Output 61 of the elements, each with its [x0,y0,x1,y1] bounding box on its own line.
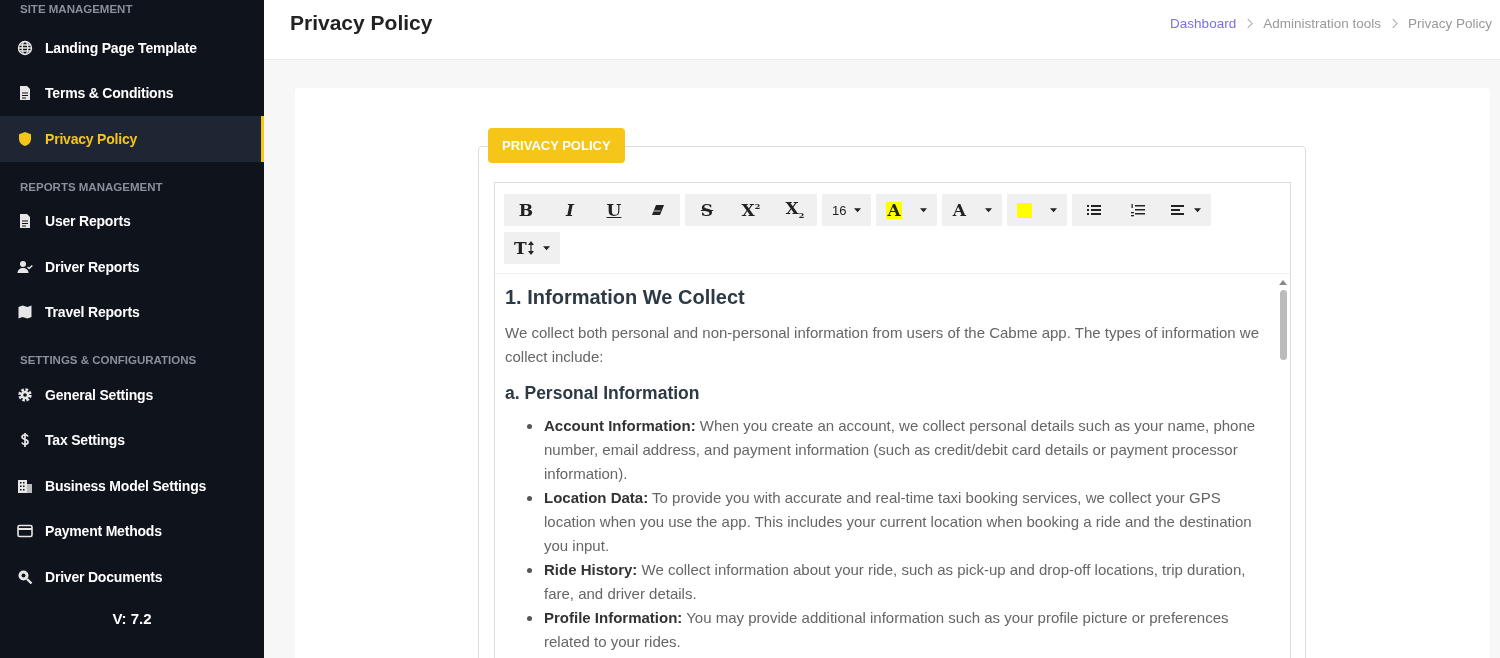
sidebar-item[interactable]: Business Model Settings [0,463,264,509]
search-icon [17,568,33,585]
sidebar-item[interactable]: General Settings [0,372,264,418]
line-height-button[interactable]: T [504,232,560,264]
scrollbar-thumb[interactable] [1279,290,1287,360]
list-item-text: Ride History: We collect information about your ride, such as pick-up and drop-off locations, trip duration, fare, and driver details. [544,560,1247,604]
bullet-list-icon [1085,202,1102,218]
settings-icon [17,386,33,403]
font-size-button[interactable]: 16 [822,194,872,226]
subsection-heading: a. Personal Information [505,383,701,404]
caret-icon [919,207,927,213]
vertical-arrows-icon [526,240,535,256]
caret-icon [1049,207,1057,213]
sidebar-item[interactable]: Travel Reports [0,289,264,335]
scroll-up-icon[interactable] [1279,280,1287,285]
shield-icon [17,130,33,147]
list-item-text: Location Data: To provide you with accurate and real-time taxi booking services, we collect your GPS location when you use the app. This includes your current location when booking a ride and the destination you input. [544,488,1253,556]
caret-icon [984,207,992,213]
breadcrumb-item: Privacy Policy [1407,16,1492,31]
highlight-color-button[interactable]: A [876,194,937,226]
sidebar-item[interactable]: Terms & Conditions [0,70,264,116]
globe-icon [17,39,33,56]
bullet-icon [527,616,532,621]
version-label: V: 7.2 [111,609,153,627]
section-badge: PRIVACY POLICY [488,128,625,163]
list-item-text: Profile Information: You may provide additional information such as your profile picture or preferences related to your rides. [544,608,1230,652]
sidebar-item[interactable]: Landing Page Template [0,25,264,71]
caret-icon [1193,207,1201,213]
font-color-button[interactable]: A [941,194,1002,226]
building-icon [17,477,33,494]
bullet-icon [527,424,532,429]
breadcrumb-link[interactable]: Dashboard [1170,16,1237,31]
sidebar-item[interactable]: User Reports [0,198,264,244]
card-icon [17,523,33,540]
numbered-list-icon [1129,202,1146,218]
sidebar-item[interactable]: Privacy Policy [0,116,264,162]
section-heading: REPORTS MANAGEMENT [19,179,164,195]
breadcrumb-item: Administration tools [1263,16,1381,31]
document-icon [17,213,33,230]
section-heading: 1. Information We Collect [505,286,746,309]
document-icon [17,85,33,102]
align-left-icon [1169,202,1186,218]
sidebar-item[interactable]: Driver Reports [0,244,264,290]
section-heading: SETTINGS & CONFIGURATIONS [19,353,198,368]
eraser-icon [650,202,666,218]
caret-icon [854,207,862,213]
map-icon [17,304,33,321]
paragraph: We collect both personal and non-personal information from users of the Cabme app. The types of information we collect include: [505,323,1261,367]
sidebar-item[interactable]: Driver Documents [0,554,264,600]
sidebar-item[interactable]: Payment Methods [0,508,264,554]
page-title: Privacy Policy [290,11,433,35]
chevron-icon [1246,18,1254,29]
bullet-icon [527,496,532,501]
list-item-text: Account Information: When you create an account, we collect personal details such as your name, phone number, email address, and payment information (such as credit/debit card details or payment processor information). [544,416,1257,484]
bullet-icon [527,568,532,573]
chevron-icon [1390,18,1398,29]
sidebar-item[interactable]: Tax Settings [0,417,264,463]
section-heading: SITE MANAGEMENT [19,2,134,17]
background-color-button[interactable] [1006,194,1067,226]
caret-icon [542,245,550,251]
person-check-icon [17,258,33,275]
